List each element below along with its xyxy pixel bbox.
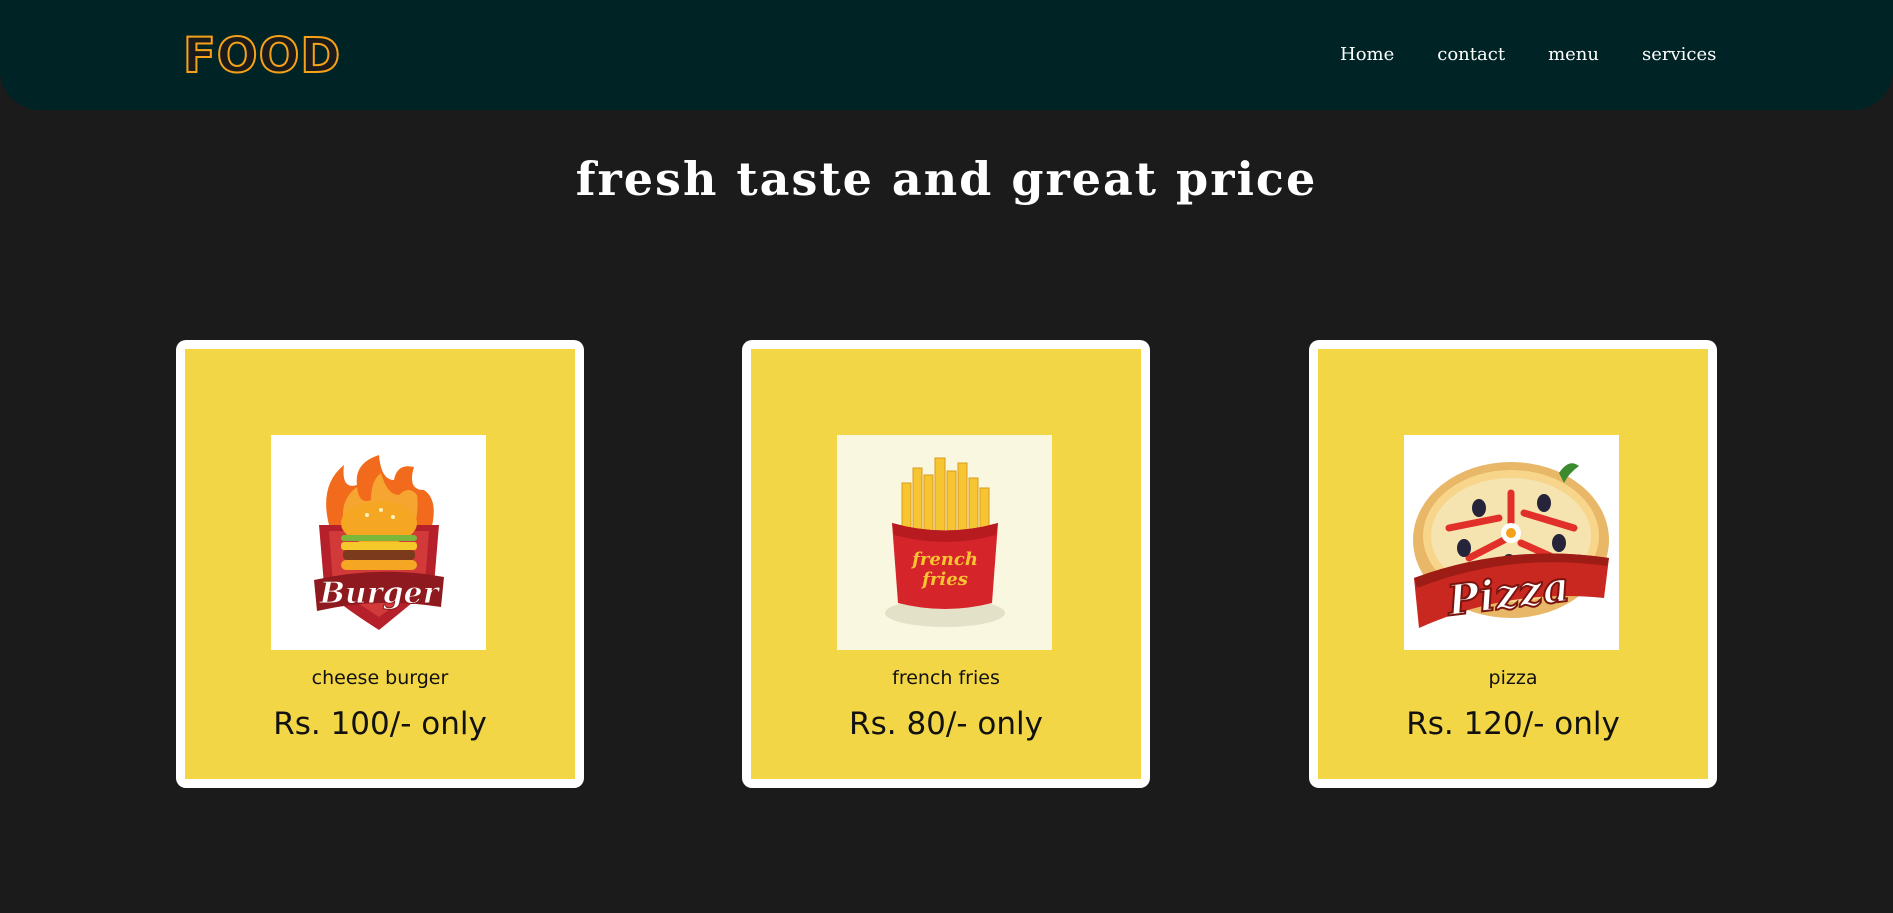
nav-link-contact[interactable]: contact <box>1437 40 1505 70</box>
product-card-burger[interactable]: Burger cheese burger Rs. 100/- only <box>176 340 584 788</box>
product-card-body: Burger cheese burger Rs. 100/- only <box>185 349 575 779</box>
product-name: french fries <box>892 667 1000 689</box>
svg-text:fries: fries <box>920 569 968 590</box>
nav-link-services[interactable]: services <box>1642 40 1716 70</box>
nav-link-menu[interactable]: menu <box>1548 40 1599 70</box>
svg-text:french: french <box>910 549 978 570</box>
product-card-body: french fries french fries Rs. 80/- only <box>751 349 1141 779</box>
navbar: FOOD Home contact menu services <box>0 0 1893 110</box>
hero-headline: fresh taste and great price <box>575 152 1318 206</box>
svg-text:Burger: Burger <box>318 576 440 611</box>
nav-link-home[interactable]: Home <box>1340 40 1394 70</box>
product-card-fries[interactable]: french fries french fries Rs. 80/- only <box>742 340 1150 788</box>
product-price: Rs. 100/- only <box>273 706 487 742</box>
product-card-pizza[interactable]: Pizza pizza Rs. 120/- only <box>1309 340 1717 788</box>
site-logo[interactable]: FOOD <box>182 26 341 86</box>
product-price: Rs. 120/- only <box>1406 706 1620 742</box>
pizza-logo-icon: Pizza <box>1404 435 1619 650</box>
product-name: cheese burger <box>311 667 449 689</box>
french-fries-logo-icon: french fries <box>837 435 1052 650</box>
product-name: pizza <box>1488 667 1538 689</box>
product-price: Rs. 80/- only <box>849 706 1043 742</box>
burger-logo-icon: Burger <box>271 435 486 650</box>
product-card-body: Pizza pizza Rs. 120/- only <box>1318 349 1708 779</box>
main-nav: Home contact menu services <box>1340 40 1759 70</box>
